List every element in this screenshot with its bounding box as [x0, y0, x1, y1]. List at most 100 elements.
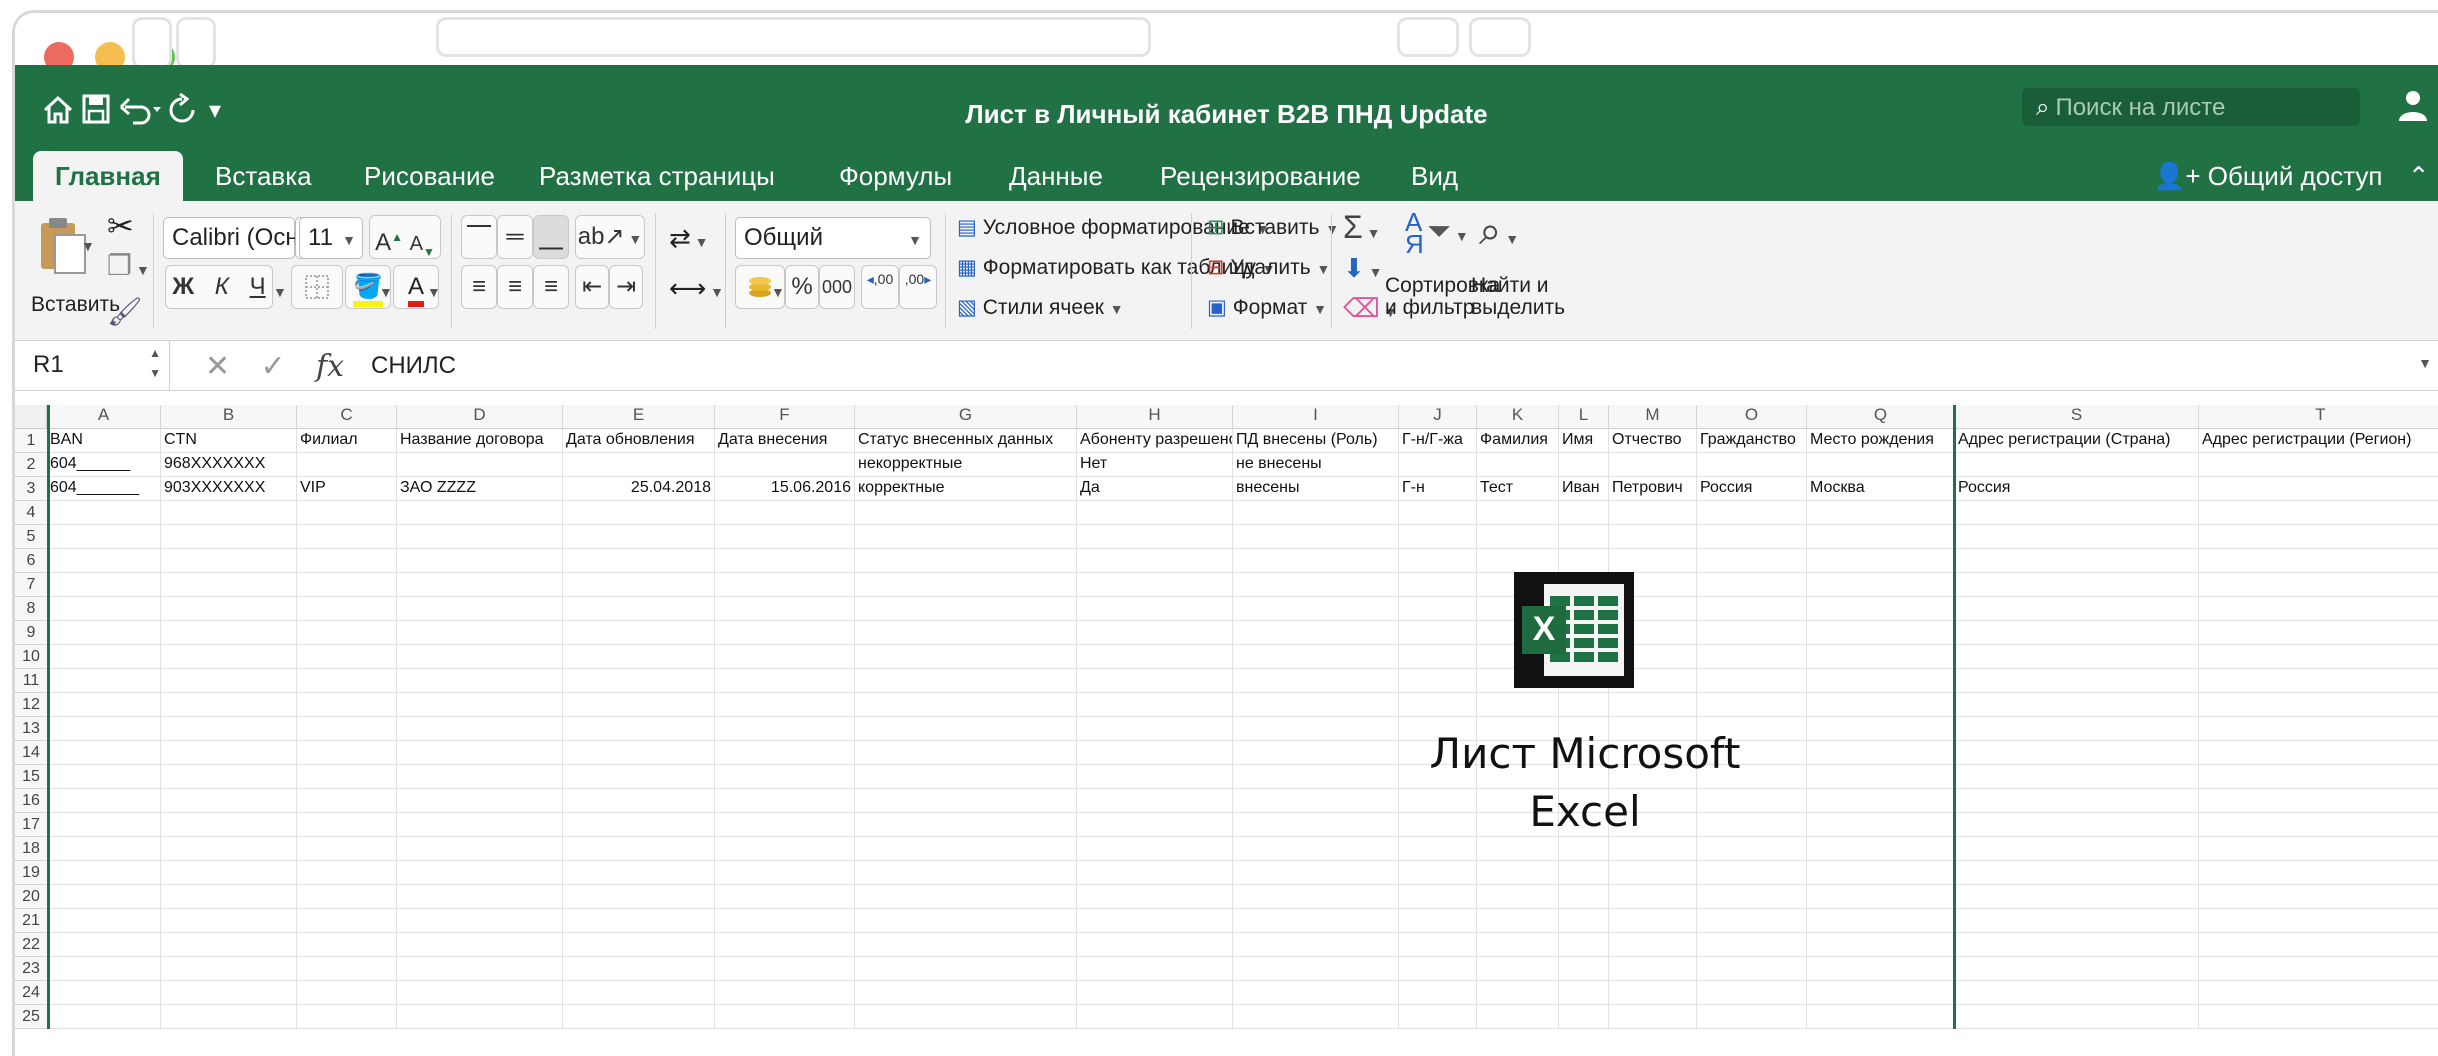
- table-cell[interactable]: Петрович: [1609, 477, 1696, 499]
- table-cell[interactable]: Нет: [1077, 453, 1232, 475]
- table-cell[interactable]: не внесены: [1233, 453, 1398, 475]
- font-size-select[interactable]: 11 ▼: [299, 217, 363, 259]
- insert-cells-button[interactable]: ⊞ Вставить ▼: [1207, 215, 1339, 240]
- table-cell[interactable]: ЗАО ZZZZ: [397, 477, 562, 499]
- row-header[interactable]: 13: [15, 717, 47, 741]
- collapse-ribbon-icon[interactable]: ⌃: [2408, 161, 2430, 191]
- row-header[interactable]: 5: [15, 525, 47, 549]
- row-header[interactable]: 20: [15, 885, 47, 909]
- column-header[interactable]: H: [1077, 405, 1233, 429]
- tab-draw[interactable]: Рисование: [364, 151, 495, 201]
- autosum-icon[interactable]: Σ ▼: [1343, 209, 1381, 246]
- header-cell[interactable]: Дата внесения: [715, 429, 854, 451]
- header-cell[interactable]: Отчество: [1609, 429, 1696, 451]
- column-header[interactable]: C: [297, 405, 397, 429]
- header-cell[interactable]: Г-н/Г-жа: [1399, 429, 1476, 451]
- column-header[interactable]: J: [1399, 405, 1477, 429]
- table-cell[interactable]: Москва: [1807, 477, 1954, 499]
- row-header[interactable]: 25: [15, 1005, 47, 1029]
- formula-input[interactable]: СНИЛС: [371, 352, 456, 380]
- funnel-icon[interactable]: ⏷ ▼: [1427, 215, 1469, 249]
- row-header[interactable]: 14: [15, 741, 47, 765]
- italic-button[interactable]: К: [215, 273, 229, 300]
- fill-icon[interactable]: ⬇ ▼: [1343, 253, 1383, 284]
- header-cell[interactable]: Гражданство: [1697, 429, 1806, 451]
- align-right-icon[interactable]: ≡: [533, 265, 569, 309]
- sort-filter-button[interactable]: Сортировка и фильтр: [1385, 275, 1500, 319]
- toolbar-button-placeholder[interactable]: [1397, 17, 1459, 57]
- table-cell[interactable]: VIP: [297, 477, 396, 499]
- forward-button-placeholder[interactable]: [176, 17, 216, 69]
- header-cell[interactable]: Место рождения: [1807, 429, 1954, 451]
- underline-button[interactable]: Ч: [250, 273, 266, 300]
- format-painter-icon[interactable]: 🖌: [107, 295, 143, 328]
- cut-icon[interactable]: ✂: [107, 207, 134, 245]
- comma-style-button[interactable]: 000: [819, 265, 855, 309]
- header-cell[interactable]: BAN: [47, 429, 160, 451]
- embedded-excel-icon[interactable]: X: [1514, 572, 1634, 688]
- header-cell[interactable]: Название договора: [397, 429, 562, 451]
- sheet-search-input[interactable]: ⌕ Поиск на листе: [2022, 88, 2360, 126]
- row-header[interactable]: 12: [15, 693, 47, 717]
- find-select-button[interactable]: Найти и выделить: [1471, 275, 1565, 319]
- header-cell[interactable]: Статус внесенных данных: [855, 429, 1076, 451]
- currency-dropdown-icon[interactable]: ▼: [771, 279, 785, 303]
- table-cell[interactable]: 25.04.2018: [563, 477, 714, 499]
- header-cell[interactable]: Имя: [1559, 429, 1608, 451]
- row-header[interactable]: 11: [15, 669, 47, 693]
- wrap-text-icon[interactable]: ⇄ ▼: [669, 223, 709, 254]
- table-cell[interactable]: 604______: [47, 453, 160, 475]
- row-header[interactable]: 17: [15, 813, 47, 837]
- table-cell[interactable]: Россия: [1955, 477, 2198, 499]
- percent-style-button[interactable]: %: [785, 265, 819, 309]
- column-header[interactable]: S: [1955, 405, 2199, 429]
- confirm-formula-icon[interactable]: ✓: [260, 350, 285, 383]
- copy-icon[interactable]: ❐ ▼: [107, 249, 150, 282]
- header-cell[interactable]: Адрес регистрации (Регион): [2199, 429, 2438, 451]
- table-cell[interactable]: 903XXXXXXX: [161, 477, 296, 499]
- tab-formulas[interactable]: Формулы: [839, 151, 952, 201]
- row-header[interactable]: 1: [15, 429, 47, 453]
- underline-dropdown-icon[interactable]: ▼: [273, 279, 287, 303]
- row-header[interactable]: 19: [15, 861, 47, 885]
- table-cell[interactable]: Г-н: [1399, 477, 1476, 499]
- increase-indent-icon[interactable]: ⇥: [609, 265, 643, 309]
- row-header[interactable]: 24: [15, 981, 47, 1005]
- tab-review[interactable]: Рецензирование: [1160, 151, 1361, 201]
- align-center-icon[interactable]: ≡: [497, 265, 533, 309]
- delete-cells-button[interactable]: ⊟ Удалить ▼: [1207, 255, 1330, 280]
- column-header[interactable]: I: [1233, 405, 1399, 429]
- table-cell[interactable]: внесены: [1233, 477, 1398, 499]
- cancel-formula-icon[interactable]: ✕: [205, 350, 230, 383]
- row-header[interactable]: 16: [15, 789, 47, 813]
- paste-dropdown-icon[interactable]: ▼: [81, 233, 95, 257]
- borders-button[interactable]: [291, 265, 343, 309]
- table-cell[interactable]: Иван: [1559, 477, 1608, 499]
- row-header[interactable]: 3: [15, 477, 47, 501]
- row-header[interactable]: 22: [15, 933, 47, 957]
- row-header[interactable]: 21: [15, 909, 47, 933]
- row-header[interactable]: 8: [15, 597, 47, 621]
- font-color-dropdown-icon[interactable]: ▼: [427, 279, 441, 303]
- column-header[interactable]: F: [715, 405, 855, 429]
- tab-insert[interactable]: Вставка: [215, 151, 312, 201]
- row-header[interactable]: 18: [15, 837, 47, 861]
- number-format-select[interactable]: Общий ▼: [735, 217, 931, 259]
- row-header[interactable]: 7: [15, 573, 47, 597]
- column-header[interactable]: M: [1609, 405, 1697, 429]
- header-cell[interactable]: Фамилия: [1477, 429, 1558, 451]
- column-header[interactable]: B: [161, 405, 297, 429]
- table-cell[interactable]: 604_______: [47, 477, 160, 499]
- tab-data[interactable]: Данные: [1009, 151, 1103, 201]
- expand-formula-bar-icon[interactable]: ▼: [2418, 355, 2432, 371]
- table-cell[interactable]: некорректные: [855, 453, 1076, 475]
- header-cell[interactable]: CTN: [161, 429, 296, 451]
- worksheet-grid[interactable]: A B C D E F G H I J K L M O Q S T 1 2 3 4 5 6 7 8 9 10 11 12 13 14 15 16…: [15, 391, 2438, 1031]
- row-header[interactable]: 23: [15, 957, 47, 981]
- fill-color-dropdown-icon[interactable]: ▼: [379, 279, 393, 303]
- find-magnifier-icon[interactable]: ⌕ ▼: [1479, 209, 1519, 254]
- format-cells-button[interactable]: ▣ Формат ▼: [1207, 295, 1327, 320]
- tab-page-layout[interactable]: Разметка страницы: [539, 151, 775, 201]
- column-header[interactable]: A: [47, 405, 161, 429]
- row-header[interactable]: 10: [15, 645, 47, 669]
